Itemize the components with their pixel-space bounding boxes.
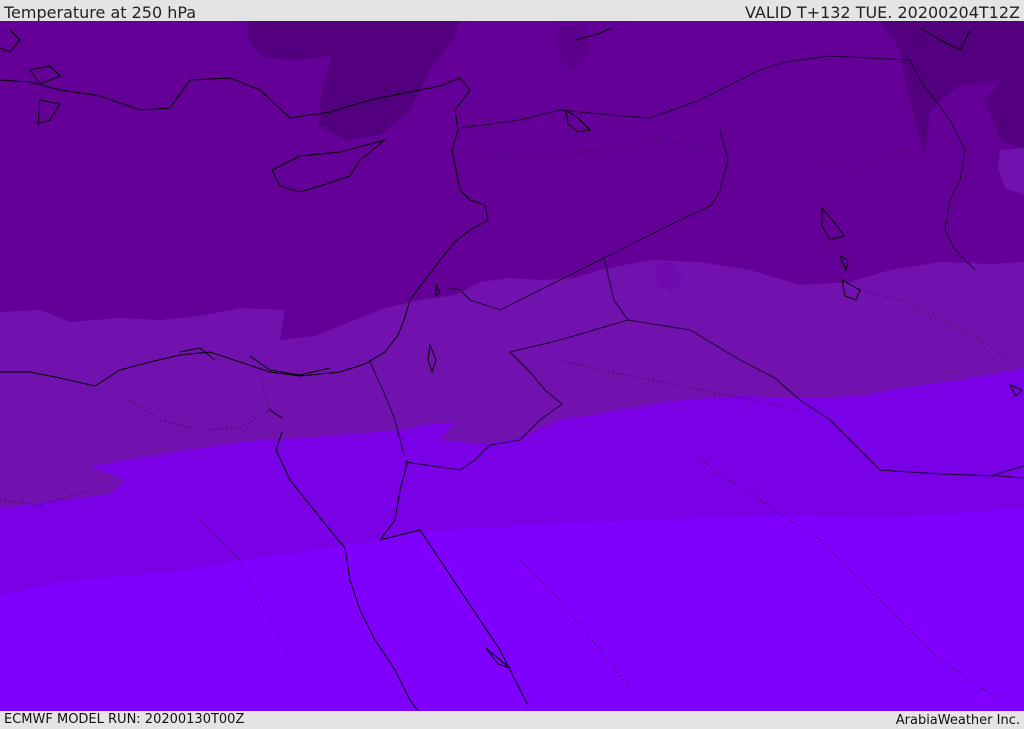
map-title: Temperature at 250 hPa bbox=[4, 3, 197, 22]
credit-label: ArabiaWeather Inc. bbox=[895, 713, 1020, 728]
temperature-map bbox=[0, 21, 1024, 711]
map-figure: Temperature at 250 hPa VALID T+132 TUE. … bbox=[0, 0, 1024, 729]
model-run-label: ECMWF MODEL RUN: 20200130T00Z bbox=[4, 712, 245, 727]
valid-time: VALID T+132 TUE. 20200204T12Z bbox=[744, 3, 1020, 22]
